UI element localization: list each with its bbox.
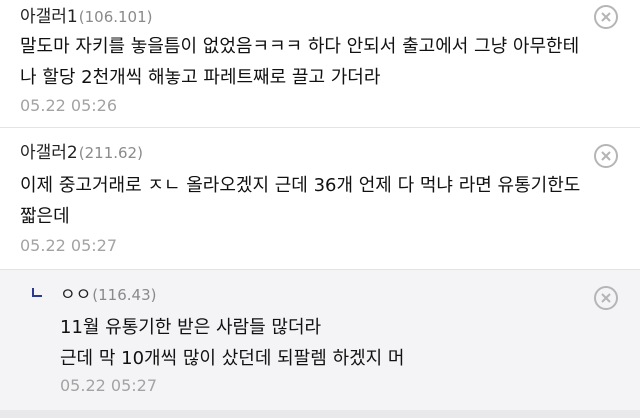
comment-line: 근데 막 10개씩 많이 샀던데 되팔렘 하겠지 머 [60, 348, 405, 369]
comment-line: 11월 유통기한 받은 사람들 많더라 [60, 317, 322, 338]
divider [0, 410, 640, 418]
comment-timestamp: 05.22 05:27 [20, 236, 117, 255]
comment-author-line: 아갤러1(106.101) [20, 6, 152, 28]
comment-ip: (211.62) [78, 144, 143, 162]
comment-ip: (106.101) [78, 8, 153, 26]
comment-body: 말도마 자키를 놓을틈이 없었음ㅋㅋㅋ 하다 안되서 출고에서 그냥 아무한테 … [20, 31, 579, 93]
close-circle-icon [601, 293, 611, 303]
delete-comment-button[interactable] [594, 144, 618, 168]
comment-author[interactable]: 아갤러1 [20, 7, 78, 27]
comment-line: 짧은데 [20, 206, 70, 227]
comment-item: 아갤러1(106.101) 말도마 자키를 놓을틈이 없었음ㅋㅋㅋ 하다 안되서… [0, 0, 640, 128]
reply-comment-item: ㅇㅇ(116.43) 11월 유통기한 받은 사람들 많더라 근데 막 10개씩… [0, 270, 640, 410]
comment-line: 나 할당 2천개씩 해놓고 파레트째로 끌고 가더라 [20, 67, 381, 88]
close-circle-icon [601, 151, 611, 161]
comment-author-line: 아갤러2(211.62) [20, 142, 143, 164]
comment-line: 말도마 자키를 놓을틈이 없었음ㅋㅋㅋ 하다 안되서 출고에서 그냥 아무한테 [20, 36, 580, 57]
delete-comment-button[interactable] [594, 286, 618, 310]
reply-arrow-icon [32, 288, 42, 297]
comment-ip: (116.43) [92, 286, 157, 304]
comment-body: 11월 유통기한 받은 사람들 많더라 근데 막 10개씩 많이 샀던데 되팔렘… [60, 312, 404, 374]
comment-body: 이제 중고거래로 ㅈㄴ 올라오겠지 근데 36개 언제 다 먹냐 라면 유통기한… [20, 170, 580, 232]
comment-line: 이제 중고거래로 ㅈㄴ 올라오겠지 근데 36개 언제 다 먹냐 라면 유통기한… [20, 175, 581, 196]
comment-author-line: ㅇㅇ(116.43) [60, 284, 156, 306]
comment-timestamp: 05.22 05:27 [60, 376, 157, 395]
comment-author[interactable]: ㅇㅇ [60, 285, 91, 305]
delete-comment-button[interactable] [594, 5, 618, 29]
comment-timestamp: 05.22 05:26 [20, 96, 117, 115]
comment-item: 아갤러2(211.62) 이제 중고거래로 ㅈㄴ 올라오겠지 근데 36개 언제… [0, 128, 640, 270]
comment-author[interactable]: 아갤러2 [20, 143, 78, 163]
close-circle-icon [601, 12, 611, 22]
